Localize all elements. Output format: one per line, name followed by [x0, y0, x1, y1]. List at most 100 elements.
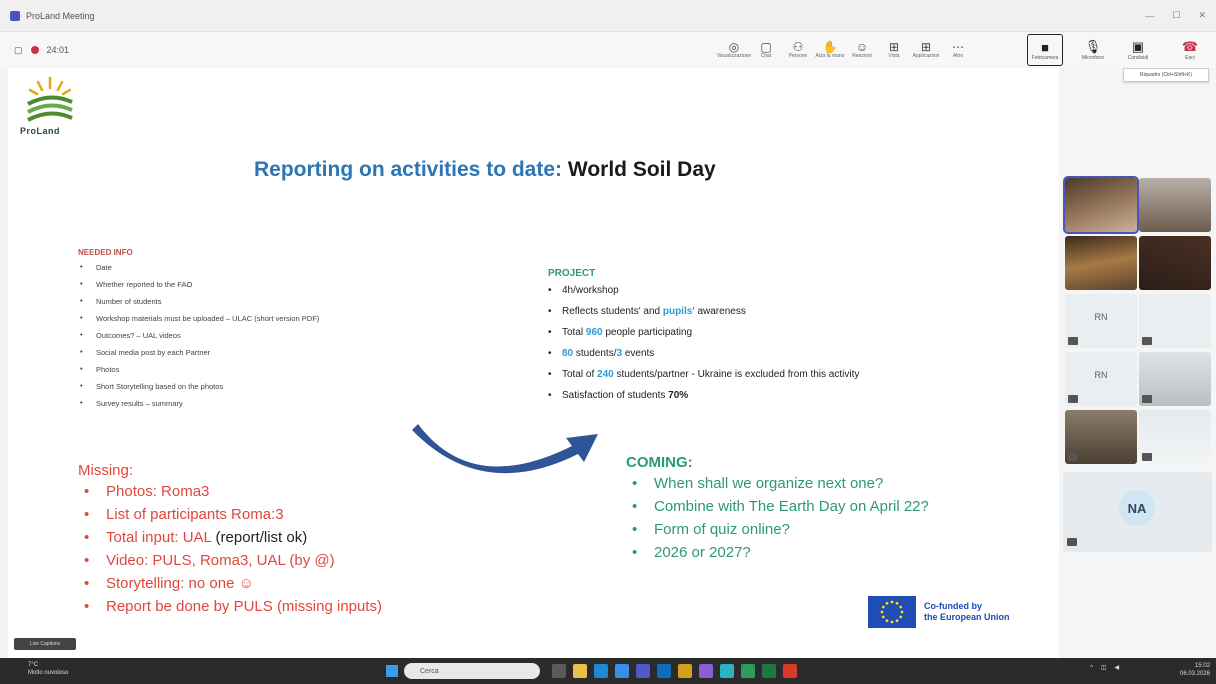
participant-video-tile[interactable]: [1139, 178, 1211, 232]
chrome-icon[interactable]: [615, 664, 629, 678]
microphone-icon: 🎙: [1084, 39, 1102, 54]
task-view-icon[interactable]: [552, 664, 566, 678]
participant-tile[interactable]: RN: [1065, 294, 1137, 348]
participant-video-tile[interactable]: [1139, 352, 1211, 406]
project-section: PROJECT 4h/workshop Reflects students' a…: [548, 268, 859, 411]
list-item: Survey results – summary: [78, 398, 319, 416]
muted-icon: [1142, 395, 1152, 403]
avatar: NA: [1119, 490, 1155, 526]
teams-logo-icon: [10, 10, 20, 21]
missing-section: Missing: Photos: Roma3 List of participa…: [78, 462, 382, 621]
list-item: Total of 240 students/partner - Ukraine …: [548, 369, 859, 390]
acrobat-icon[interactable]: [783, 664, 797, 678]
windows-start-icon[interactable]: [386, 665, 398, 677]
list-item: Outcomes? – UAL videos: [78, 330, 319, 348]
excel-icon[interactable]: [741, 664, 755, 678]
close-icon[interactable]: ✕: [1198, 10, 1206, 21]
muted-icon: [1068, 395, 1078, 403]
muted-icon: [1142, 453, 1152, 461]
list-item: When shall we organize next one?: [626, 475, 929, 498]
camera-icon: ■: [1041, 39, 1049, 55]
app-icon[interactable]: [762, 664, 776, 678]
app-icon[interactable]: [699, 664, 713, 678]
participant-tile[interactable]: RN: [1065, 352, 1137, 406]
list-item: Total 960 people participating: [548, 327, 859, 348]
people-icon: ⚇: [792, 40, 804, 54]
muted-icon: [1142, 337, 1152, 345]
participant-video-tile[interactable]: [1065, 410, 1137, 464]
recording-icon: [30, 46, 39, 54]
outlook-icon[interactable]: [657, 664, 671, 678]
list-item: Photos: Roma3: [78, 483, 382, 506]
participant-tile-large[interactable]: NA: [1063, 472, 1212, 552]
raise-hand-icon: ✋: [822, 40, 838, 54]
camera-button[interactable]: ■ Fotocamera: [1027, 34, 1063, 66]
window-titlebar: ProLand Meeting — ☐ ✕: [0, 0, 1216, 32]
volume-icon[interactable]: ◀: [1115, 664, 1120, 671]
window-controls: — ☐ ✕: [1145, 10, 1206, 21]
curved-arrow-icon: [412, 424, 598, 474]
tool-people[interactable]: ⚇ Persone: [782, 32, 814, 68]
eu-cofunded-logo: Co-funded by the European Union: [868, 596, 1010, 628]
more-icon: ⋯: [952, 40, 964, 54]
list-item: Satisfaction of students 70%: [548, 390, 859, 411]
project-heading: PROJECT: [548, 268, 596, 279]
app-icon[interactable]: [678, 664, 692, 678]
tool-chat[interactable]: ▢ Chat: [750, 32, 782, 68]
participant-video-tile[interactable]: [1065, 236, 1137, 290]
app-icon[interactable]: [720, 664, 734, 678]
coming-section: COMING: When shall we organize next one?…: [626, 454, 929, 567]
tool-more[interactable]: ⋯ Altro: [942, 32, 974, 68]
participant-tile[interactable]: [1139, 294, 1211, 348]
tool-view[interactable]: ◎ Visualizzazione: [717, 32, 751, 68]
meeting-timer: 24:01: [46, 45, 70, 55]
tool-react[interactable]: ☺ Reazioni: [846, 32, 878, 68]
network-icon[interactable]: ◫: [1101, 664, 1107, 671]
tool-view-layout[interactable]: ⊞ Vista: [878, 32, 910, 68]
edge-icon[interactable]: [594, 664, 608, 678]
list-item: Storytelling: no one ☺: [78, 575, 382, 598]
minimize-icon[interactable]: —: [1145, 11, 1154, 21]
share-button[interactable]: ▣ Condividi: [1120, 34, 1156, 66]
meeting-tools: ◎ Visualizzazione ▢ Chat ⚇ Persone ✋ Alza la…: [717, 32, 974, 68]
missing-heading: Missing:: [78, 462, 134, 479]
list-item: Total input: UAL (report/list ok): [78, 529, 382, 552]
eu-text-line1: Co-funded by: [924, 601, 982, 611]
tool-apps[interactable]: ⊞ Applicazioni: [910, 32, 942, 68]
window-title: ProLand Meeting: [26, 10, 95, 21]
leave-button[interactable]: ☎ Esci: [1172, 34, 1208, 66]
list-item: 2026 or 2027?: [626, 544, 929, 567]
chevron-up-icon[interactable]: ^: [1090, 665, 1093, 671]
maximize-icon[interactable]: ☐: [1172, 10, 1180, 21]
view-icon: ⊞: [888, 40, 900, 54]
list-item: 80 students/3 events: [548, 348, 859, 369]
list-item: Video: PULS, Roma3, UAL (by @): [78, 552, 382, 575]
taskbar-clock[interactable]: 15:02 06.03.2026: [1180, 662, 1210, 678]
teams-icon[interactable]: [636, 664, 650, 678]
taskbar-search-input[interactable]: Cerca: [404, 663, 540, 679]
mic-button[interactable]: 🎙 Microfono: [1075, 34, 1111, 66]
list-item: Whether reported to the FAO: [78, 279, 319, 297]
participants-panel: Riquadro (Ctrl+Shift+K) RN RN NA: [1059, 68, 1216, 658]
tooltip: Riquadro (Ctrl+Shift+K): [1123, 68, 1209, 82]
phone-hangup-icon: ☎: [1181, 39, 1199, 54]
chat-icon: ▢: [760, 40, 772, 54]
participant-initials: RN: [1094, 370, 1108, 380]
weather-widget[interactable]: 7°C Molto nuvoloso: [28, 661, 68, 677]
needed-info-heading: NEEDED INFO: [78, 248, 133, 257]
list-item: Social media post by each Partner: [78, 347, 319, 365]
people-view-icon: ◎: [728, 40, 740, 54]
list-item: Short Storytelling based on the photos: [78, 381, 319, 399]
system-tray: ^ ◫ ◀: [1090, 664, 1120, 672]
file-explorer-icon[interactable]: [573, 664, 587, 678]
list-item: Workshop materials must be uploaded – UL…: [78, 313, 319, 331]
list-item: Combine with The Earth Day on April 22?: [626, 498, 929, 521]
participant-video-tile[interactable]: [1063, 176, 1139, 234]
participant-video-tile[interactable]: [1139, 236, 1211, 290]
list-item: Photos: [78, 364, 319, 382]
participant-video-tile[interactable]: [1139, 410, 1211, 464]
live-captions-button[interactable]: Live Captions: [14, 638, 76, 650]
tool-raise-hand[interactable]: ✋ Alza la mano: [814, 32, 846, 68]
list-item: Form of quiz online?: [626, 521, 929, 544]
apps-icon: ⊞: [920, 40, 932, 54]
